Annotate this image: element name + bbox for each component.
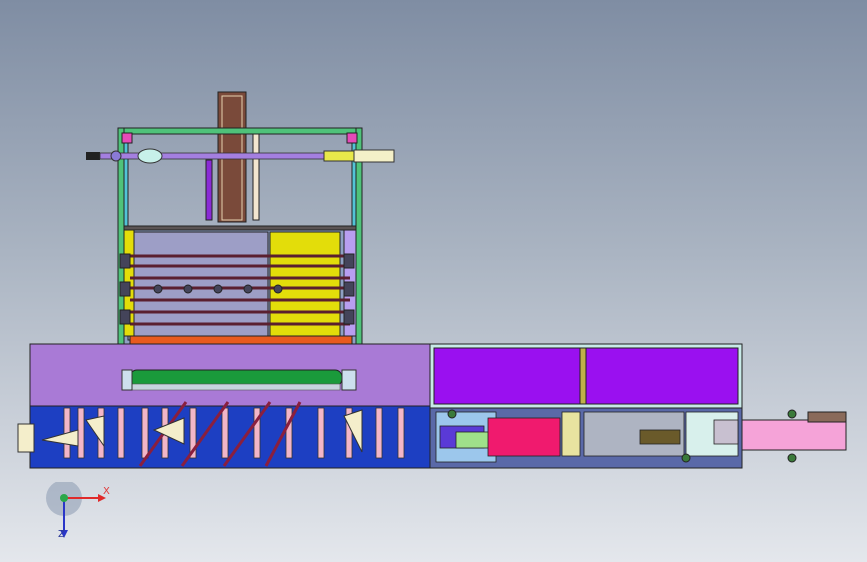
green-roller xyxy=(129,369,343,387)
machine-assembly-model[interactable] xyxy=(0,0,867,562)
axis-triad: X Z xyxy=(44,480,114,544)
x-axis-label: X xyxy=(103,486,110,497)
drive-assembly xyxy=(435,411,739,463)
z-axis-label: Z xyxy=(58,529,65,540)
cad-3d-viewport[interactable] xyxy=(0,0,867,562)
